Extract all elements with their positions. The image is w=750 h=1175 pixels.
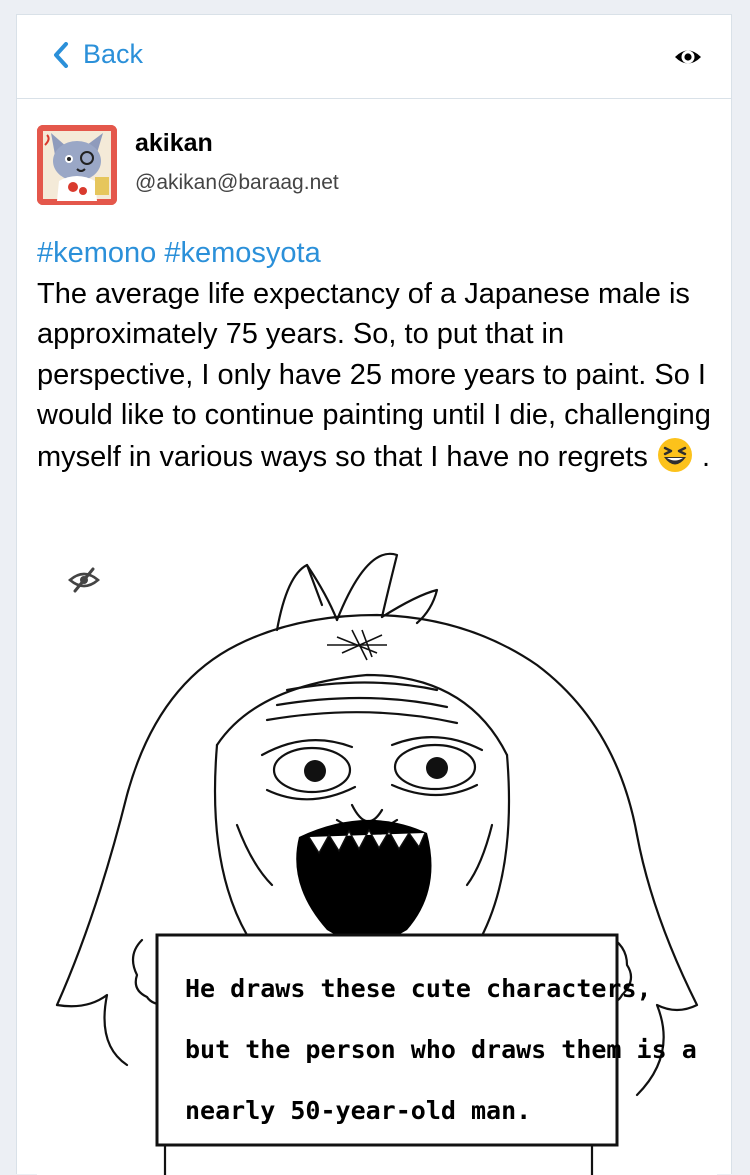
drawing-image: He draws these cute characters, but the … <box>55 552 699 1175</box>
avatar[interactable] <box>37 125 117 205</box>
top-bar: Back <box>17 15 731 99</box>
hashtags: #kemono #kemosyota <box>37 233 717 274</box>
account-handle[interactable]: @akikan@baraag.net <box>135 171 339 195</box>
sign-line-3: nearly 50-year-old man. <box>185 1096 531 1125</box>
hashtag-link[interactable]: #kemono <box>37 237 156 269</box>
display-name[interactable]: akikan <box>135 129 213 158</box>
back-label: Back <box>83 39 144 69</box>
status-content: #kemono #kemosyota The average life expe… <box>37 233 717 477</box>
laughing-emoji-icon <box>656 436 694 474</box>
status-card: Back akikan @akikan@baraag.net #kemono #… <box>16 14 732 1175</box>
media-attachment[interactable]: He draws these cute characters, but the … <box>37 535 717 1175</box>
eye-icon[interactable] <box>673 42 703 72</box>
status-trailing: . <box>693 440 711 473</box>
sign-line-2: but the person who draws them is a <box>185 1035 697 1064</box>
sign-line-1: He draws these cute characters, <box>185 974 652 1003</box>
eye-slash-icon[interactable] <box>67 565 101 595</box>
back-button[interactable]: Back <box>53 39 143 70</box>
chevron-left-icon <box>54 41 68 68</box>
hashtag-link[interactable]: #kemosyota <box>164 237 320 269</box>
status-text: The average life expectancy of a Japanes… <box>37 277 711 473</box>
